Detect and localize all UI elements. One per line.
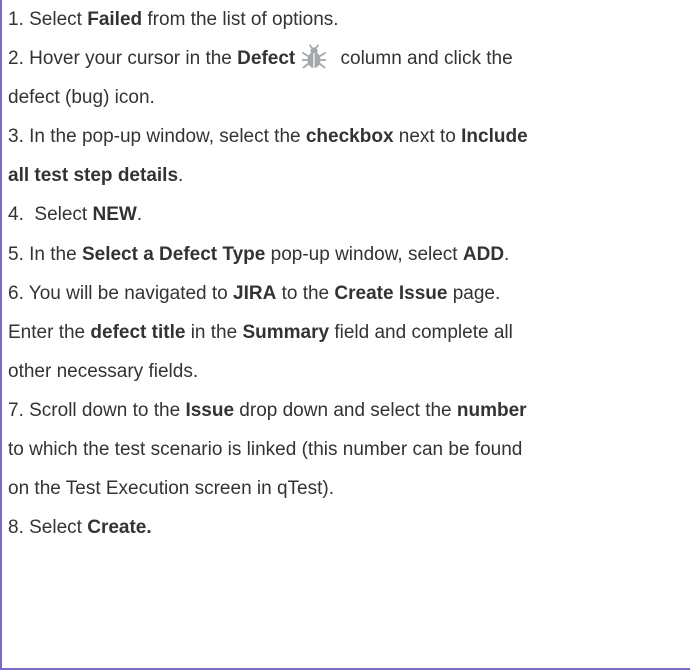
step-1: 1. Select Failed from the list of option… <box>2 0 690 39</box>
step-text: 3. In the pop-up window, select the <box>8 126 306 148</box>
step-emphasis: JIRA <box>233 282 277 304</box>
bug-icon <box>301 44 327 69</box>
step-text: defect (bug) icon. <box>8 87 155 109</box>
step-emphasis: Failed <box>87 9 143 30</box>
step-text: 1. Select <box>8 9 88 30</box>
step-7: 7. Scroll down to the Issue drop down an… <box>2 391 690 430</box>
step-text: next to <box>393 126 462 148</box>
step-text: other necessary fields. <box>8 360 199 382</box>
step-6-cont-2: other necessary fields. <box>2 352 690 391</box>
step-emphasis: Select a Defect Type <box>81 243 266 265</box>
step-text: 8. Select <box>8 517 88 539</box>
steps-list: 1. Select Failed from the list of option… <box>2 0 690 547</box>
step-emphasis: all test step details <box>8 165 179 187</box>
step-text: on the Test Execution screen in qTest). <box>8 478 334 500</box>
step-text: . <box>178 165 184 187</box>
step-text: 6. You will be navigated to <box>8 282 234 304</box>
step-text: Enter the <box>8 321 91 343</box>
step-text: 5. In the <box>8 243 82 265</box>
step-emphasis: NEW <box>92 204 137 226</box>
step-text: . <box>136 204 143 226</box>
step-text: page. <box>447 282 501 304</box>
step-text: 2. Hover your cursor in the <box>8 48 238 70</box>
step-2-cont: defect (bug) icon. <box>2 78 690 117</box>
step-text: to which the test scenario is linked (th… <box>8 439 523 461</box>
step-2: 2. Hover your cursor in the Defect colum… <box>2 39 690 78</box>
step-text: 4. Select <box>8 204 93 226</box>
instructions-panel: 1. Select Failed from the list of option… <box>0 0 690 670</box>
step-text: 7. Scroll down to the <box>8 399 186 421</box>
step-emphasis: Create Issue <box>334 282 448 304</box>
step-6: 6. You will be navigated to JIRA to the … <box>2 274 690 313</box>
step-text: column and click the <box>335 48 513 70</box>
step-emphasis: defect title <box>90 321 186 343</box>
step-text: drop down and select the <box>234 399 457 421</box>
step-text: . <box>504 243 510 265</box>
step-text: in the <box>185 321 243 343</box>
step-3-cont: all test step details. <box>2 156 690 195</box>
step-4: 4. Select NEW. <box>2 195 690 234</box>
step-emphasis: checkbox <box>305 126 394 148</box>
step-text: field and complete all <box>329 321 513 343</box>
step-7-cont-2: on the Test Execution screen in qTest). <box>2 469 690 508</box>
step-7-cont: to which the test scenario is linked (th… <box>2 430 690 469</box>
step-8: 8. Select Create. <box>2 508 690 547</box>
step-5: 5. In the Select a Defect Type pop-up wi… <box>2 235 690 274</box>
step-emphasis: Issue <box>185 399 235 421</box>
step-emphasis: Summary <box>242 321 330 343</box>
step-6-cont: Enter the defect title in the Summary fi… <box>2 313 690 352</box>
step-emphasis: number <box>456 399 527 421</box>
step-emphasis: ADD <box>462 243 505 265</box>
step-text: pop-up window, select <box>265 243 463 265</box>
step-emphasis: Include <box>461 126 528 148</box>
step-3: 3. In the pop-up window, select the chec… <box>2 117 690 156</box>
step-text: from the list of options. <box>142 9 339 30</box>
step-emphasis: Create. <box>87 517 152 539</box>
step-emphasis: Defect <box>237 48 296 70</box>
step-text: to the <box>276 282 335 304</box>
